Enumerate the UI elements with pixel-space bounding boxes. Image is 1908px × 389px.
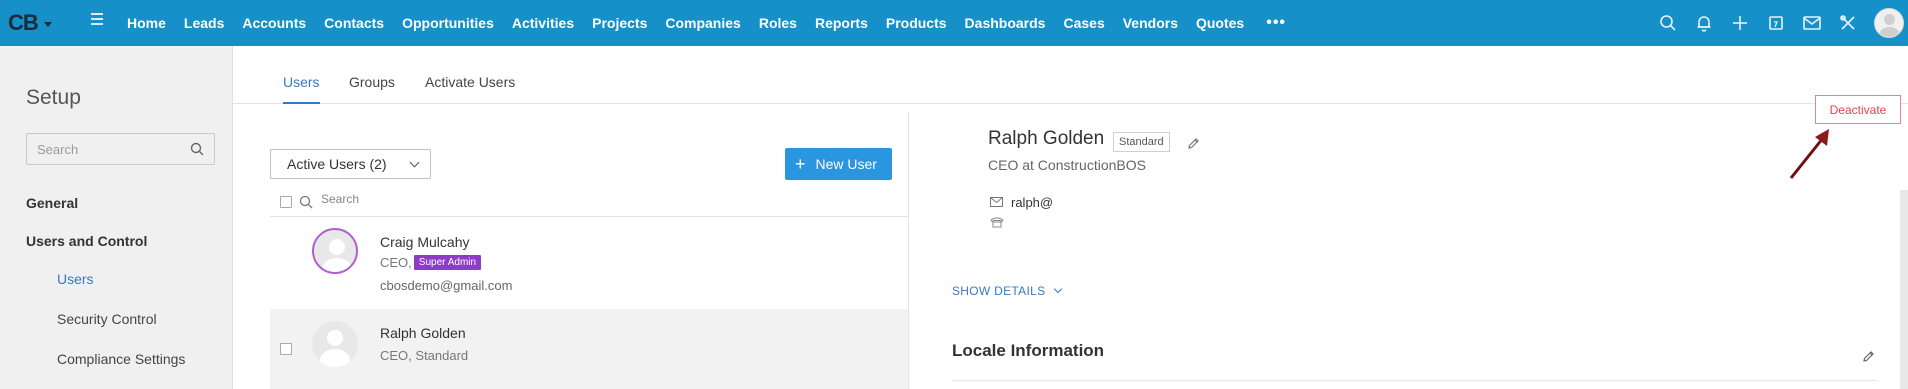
nav-roles[interactable]: Roles <box>759 15 797 31</box>
nav-leads[interactable]: Leads <box>184 15 224 31</box>
nav-opportunities[interactable]: Opportunities <box>402 15 494 31</box>
plus-icon[interactable] <box>1722 0 1758 46</box>
annotation-arrow-icon <box>1789 129 1829 179</box>
main-nav: Home Leads Accounts Contacts Opportuniti… <box>127 0 1286 46</box>
pane-divider <box>908 112 909 389</box>
user-name: Ralph Golden <box>380 325 466 341</box>
setup-sidebar: Setup General Users and Control Users Se… <box>0 46 233 389</box>
tab-users[interactable]: Users <box>283 74 320 104</box>
profile-badge: Standard <box>1113 132 1170 152</box>
plus-icon: + <box>795 154 806 174</box>
user-detail-name: Ralph Golden <box>988 128 1105 149</box>
sidebar-search[interactable] <box>26 133 215 165</box>
nav-dashboards[interactable]: Dashboards <box>965 15 1046 31</box>
user-role: CEO, Standard <box>380 348 469 363</box>
new-user-button[interactable]: + New User <box>785 148 892 180</box>
nav-cases[interactable]: Cases <box>1063 15 1104 31</box>
top-navbar: CB Home Leads Accounts Contacts Opportun… <box>0 0 1908 46</box>
sidebar-item-security-control[interactable]: Security Control <box>57 311 157 327</box>
nav-companies[interactable]: Companies <box>665 15 740 31</box>
search-icon <box>190 142 204 156</box>
new-user-label: New User <box>815 156 877 172</box>
avatar <box>312 321 358 367</box>
user-list-search <box>270 190 908 217</box>
search-input[interactable] <box>37 141 177 157</box>
tab-activate-users[interactable]: Activate Users <box>425 74 515 102</box>
select-all-checkbox[interactable] <box>280 196 292 208</box>
chevron-down-icon <box>409 157 420 168</box>
calendar-icon[interactable] <box>1758 0 1794 46</box>
nav-activities[interactable]: Activities <box>512 15 574 31</box>
nav-quotes[interactable]: Quotes <box>1196 15 1244 31</box>
user-filter-value: Active Users (2) <box>287 156 387 172</box>
brand-logo[interactable]: CB <box>8 10 52 36</box>
tools-icon[interactable] <box>1830 0 1866 46</box>
user-detail-title: CEO at ConstructionBOS <box>988 157 1146 173</box>
deactivate-button[interactable]: Deactivate <box>1815 95 1901 124</box>
menu-icon[interactable] <box>91 13 103 27</box>
toolbar-icons <box>1650 0 1908 46</box>
nav-vendors[interactable]: Vendors <box>1123 15 1178 31</box>
user-role-text: CEO, <box>380 255 412 270</box>
show-details-label: SHOW DETAILS <box>952 284 1046 298</box>
edit-icon[interactable] <box>1187 137 1200 150</box>
show-details-toggle[interactable]: SHOW DETAILS <box>952 284 1063 298</box>
search-icon[interactable] <box>1650 0 1686 46</box>
chevron-down-icon <box>43 21 52 27</box>
user-list-item[interactable]: Ralph Golden CEO, Standard <box>270 309 908 389</box>
user-detail-email[interactable]: ralph@ <box>1011 195 1053 210</box>
chevron-down-icon <box>1054 284 1063 294</box>
nav-reports[interactable]: Reports <box>815 15 868 31</box>
tab-bar: Users Groups Activate Users <box>233 46 1908 104</box>
edit-icon[interactable] <box>1862 350 1875 363</box>
brand-text: CB <box>8 10 39 35</box>
nav-home[interactable]: Home <box>127 15 166 31</box>
nav-projects[interactable]: Projects <box>592 15 647 31</box>
nav-contacts[interactable]: Contacts <box>324 15 384 31</box>
section-divider <box>952 380 1877 381</box>
mail-icon <box>990 197 1003 207</box>
sidebar-item-compliance-settings[interactable]: Compliance Settings <box>57 351 185 367</box>
super-admin-badge: Super Admin <box>413 255 482 270</box>
sidebar-item-users[interactable]: Users <box>57 271 94 287</box>
user-role: CEO, Super Admin <box>380 255 482 270</box>
scrollbar[interactable] <box>1900 190 1908 389</box>
phone-icon <box>990 217 1004 228</box>
sidebar-section-general[interactable]: General <box>26 195 78 211</box>
avatar[interactable] <box>1874 8 1904 38</box>
nav-accounts[interactable]: Accounts <box>242 15 306 31</box>
locale-heading: Locale Information <box>952 341 1105 360</box>
nav-products[interactable]: Products <box>886 15 947 31</box>
user-list-item[interactable]: Craig Mulcahy CEO, Super Admin cbosdemo@… <box>270 218 908 309</box>
search-icon <box>299 195 313 209</box>
user-search-input[interactable] <box>321 192 521 206</box>
row-checkbox[interactable] <box>280 343 292 355</box>
page-title: Setup <box>26 86 81 109</box>
mail-icon[interactable] <box>1794 0 1830 46</box>
avatar <box>312 228 358 274</box>
user-email: cbosdemo@gmail.com <box>380 278 513 293</box>
tab-groups[interactable]: Groups <box>349 74 395 102</box>
sidebar-section-users-and-control[interactable]: Users and Control <box>26 233 147 249</box>
user-filter-dropdown[interactable]: Active Users (2) <box>270 149 431 179</box>
user-name: Craig Mulcahy <box>380 234 470 250</box>
more-icon[interactable]: ••• <box>1266 14 1286 32</box>
bell-icon[interactable] <box>1686 0 1722 46</box>
